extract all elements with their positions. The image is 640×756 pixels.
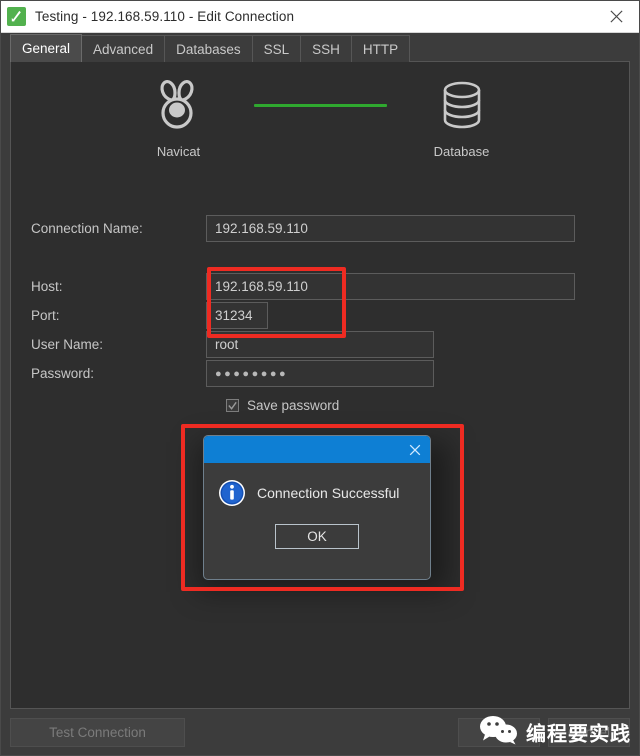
connection-name-row: Connection Name: 192.168.59.110 <box>11 214 629 243</box>
close-icon[interactable] <box>593 1 639 32</box>
connector-line <box>253 74 387 136</box>
database-cylinder-icon <box>438 74 486 136</box>
port-input[interactable]: 31234 <box>206 302 268 329</box>
edit-connection-window: Testing - 192.168.59.110 - Edit Connecti… <box>0 0 640 756</box>
password-row: Password: ●●●●●●●● <box>11 359 629 388</box>
tab-databases[interactable]: Databases <box>164 35 253 62</box>
dialog-message-row: Connection Successful <box>204 463 430 507</box>
connection-diagram: Navicat Database <box>11 74 629 194</box>
navicat-logo-icon <box>151 74 207 136</box>
connection-successful-dialog: Connection Successful OK <box>203 435 431 580</box>
connection-name-label: Connection Name: <box>31 221 143 236</box>
tab-label: SSH <box>312 41 340 57</box>
user-name-input[interactable]: root <box>206 331 434 358</box>
cancel-button[interactable]: Cancel <box>548 717 630 747</box>
tab-ssl[interactable]: SSL <box>251 35 302 62</box>
tab-bar: General Advanced Databases SSL SSH HTTP <box>1 33 639 62</box>
port-label: Port: <box>31 308 60 323</box>
ok-button[interactable]: OK <box>458 717 540 747</box>
tab-ssh[interactable]: SSH <box>300 35 352 62</box>
connection-form: Connection Name: 192.168.59.110 Host: 19… <box>11 214 629 418</box>
tab-label: General <box>22 41 71 56</box>
navicat-caption: Navicat <box>156 144 201 159</box>
host-row: Host: 192.168.59.110 <box>11 272 629 301</box>
dialog-message: Connection Successful <box>257 485 400 501</box>
dialog-ok-button[interactable]: OK <box>275 523 359 549</box>
dialog-button-row: OK <box>204 507 430 579</box>
user-name-label: User Name: <box>31 337 104 352</box>
tab-label: Advanced <box>93 41 154 57</box>
dialog-titlebar <box>204 436 430 463</box>
tab-label: Databases <box>176 41 241 57</box>
host-input[interactable]: 192.168.59.110 <box>206 273 575 300</box>
database-caption: Database <box>433 144 490 159</box>
navicat-icon <box>7 7 26 26</box>
tab-general[interactable]: General <box>10 34 83 62</box>
password-label: Password: <box>31 366 95 381</box>
test-connection-button[interactable]: Test Connection <box>10 717 185 747</box>
info-circle-icon <box>218 479 246 507</box>
password-input[interactable]: ●●●●●●●● <box>206 360 434 387</box>
tab-advanced[interactable]: Advanced <box>81 35 166 62</box>
navicat-node: Navicat <box>104 74 254 159</box>
save-password-checkbox[interactable] <box>226 398 239 412</box>
save-password-row: Save password <box>11 392 629 418</box>
database-node: Database <box>387 74 537 159</box>
tab-http[interactable]: HTTP <box>350 35 411 62</box>
host-label: Host: <box>31 279 63 294</box>
user-name-row: User Name: root <box>11 330 629 359</box>
tab-label: SSL <box>263 41 290 57</box>
dialog-body: Connection Successful OK <box>204 463 430 579</box>
port-row: Port: 31234 <box>11 301 629 330</box>
general-tab-panel: Navicat Database Connection Name: 192.16… <box>10 62 630 709</box>
window-titlebar: Testing - 192.168.59.110 - Edit Connecti… <box>1 1 639 33</box>
connection-name-input[interactable]: 192.168.59.110 <box>206 215 575 242</box>
close-icon[interactable] <box>400 436 430 463</box>
save-password-label: Save password <box>247 397 340 413</box>
window-title: Testing - 192.168.59.110 - Edit Connecti… <box>35 9 295 24</box>
dialog-footer: Test Connection OK Cancel 编程要实践 <box>1 709 639 755</box>
tab-label: HTTP <box>362 41 399 57</box>
